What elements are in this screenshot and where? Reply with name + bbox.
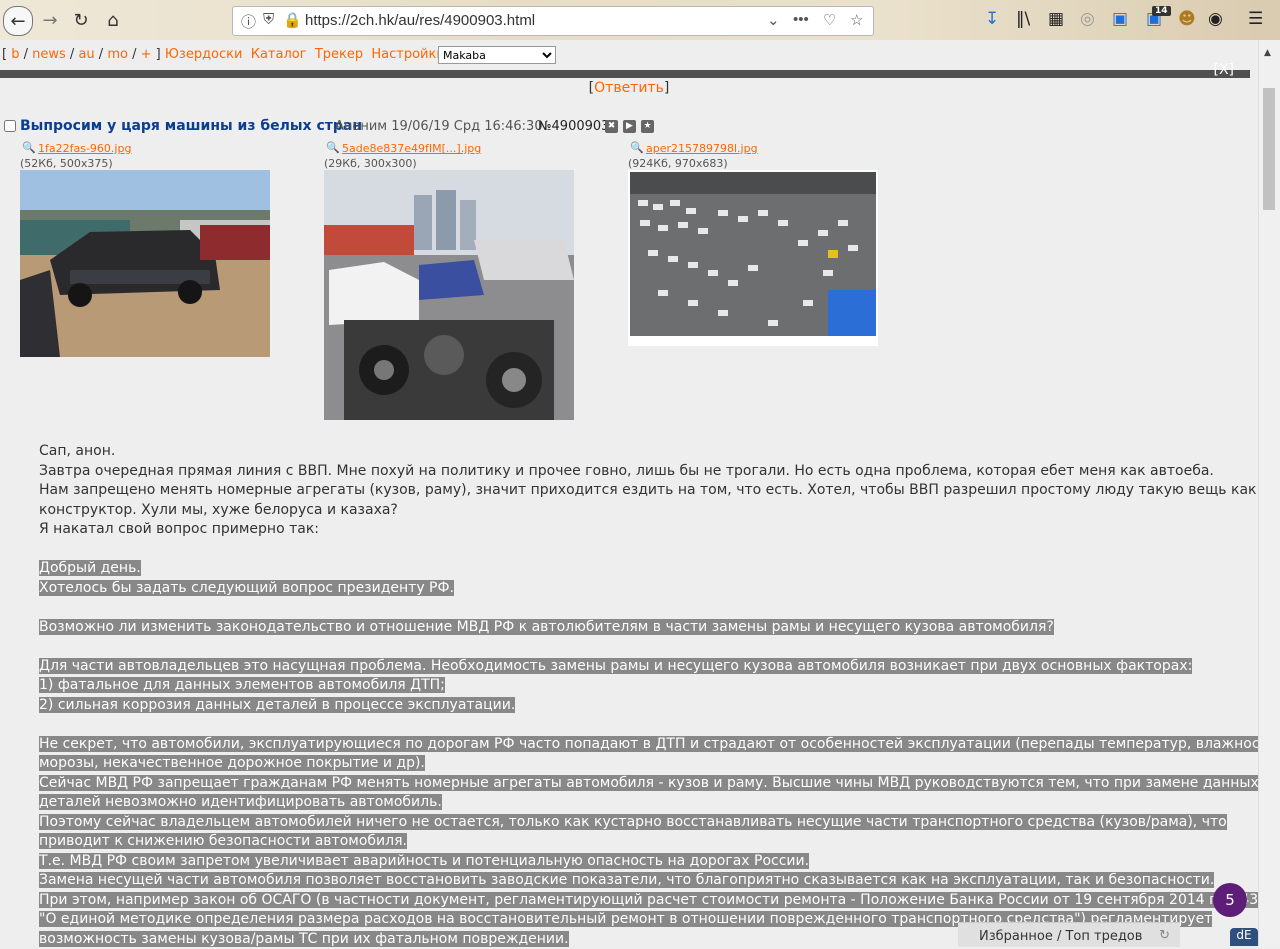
unread-counter[interactable]: 5	[1213, 883, 1247, 917]
forward-icon[interactable]: →	[37, 7, 63, 33]
message-line: Я накатал свой вопрос примерно так:	[39, 521, 319, 537]
message-line: конструктор. Хули мы, хуже белоруса и ка…	[39, 501, 398, 518]
notification-badge: 14	[1152, 6, 1171, 16]
url-text[interactable]: https://2ch.hk/au/res/4900903.html	[305, 12, 535, 29]
scrollbar-thumb[interactable]	[1263, 88, 1275, 210]
spoiler-line[interactable]: Возможно ли изменить законодательство и …	[39, 618, 1054, 635]
board-link-plus[interactable]: +	[141, 47, 152, 62]
message-line: Сап, анон.	[39, 443, 116, 459]
file-size: (29Кб, 300x300)	[324, 157, 417, 170]
dollchan-icon[interactable]: ▣	[1112, 9, 1128, 29]
download-icon[interactable]: ↧	[985, 9, 999, 29]
spoiler-line[interactable]: Сейчас МВД РФ запрещает гражданам РФ мен…	[39, 774, 1259, 791]
tracker-link[interactable]: Трекер	[315, 47, 363, 62]
bracket: ]	[663, 80, 670, 96]
file-name-link[interactable]: 5ade8e837e49fIM[...].jpg	[342, 142, 481, 155]
post-checkbox[interactable]	[4, 120, 16, 132]
board-links: [ b / news / au / mo / + ] Юзердоски Кат…	[2, 47, 445, 62]
info-icon[interactable]: ⓘ	[241, 11, 256, 32]
reload-icon[interactable]: ↻	[68, 7, 94, 33]
menu-icon[interactable]: ☰	[1248, 9, 1263, 29]
account-icon[interactable]: ◉	[1208, 9, 1223, 29]
scrollbar[interactable]: ▲	[1258, 40, 1280, 946]
back-icon[interactable]: ←	[3, 6, 33, 36]
search-icon[interactable]: 🔍	[326, 141, 340, 154]
reader-icon[interactable]: ▦	[1048, 9, 1064, 29]
file-size: (52Кб, 500x375)	[20, 157, 113, 170]
spoiler-line[interactable]: деталей невозможно идентифицировать авто…	[39, 794, 442, 810]
spoiler-line[interactable]: При этом, например закон об ОСАГО (в час…	[39, 891, 1280, 908]
browser-toolbar: ← → ↻ ⌂ ⓘ ⛨ 🔒 https://2ch.hk/au/res/4900…	[0, 0, 1280, 40]
favorites-panel[interactable]: Избранное / Топ тредов ↻	[958, 922, 1180, 947]
spoiler-line[interactable]: возможность замены кузова/рамы ТС при их…	[39, 930, 569, 947]
bookmark-star-icon[interactable]: ☆	[850, 11, 863, 29]
catalog-link[interactable]: Каталог	[251, 47, 307, 62]
spoiler-line[interactable]: Не секрет, что автомобили, эксплуатирующ…	[39, 735, 1280, 752]
spoiler-line[interactable]: 1) фатальное для данных элементов автомо…	[39, 677, 445, 693]
address-bar[interactable]: ⓘ ⛨ 🔒 https://2ch.hk/au/res/4900903.html…	[232, 6, 874, 36]
style-select[interactable]: Makaba	[438, 46, 556, 64]
pocket-icon[interactable]: ♡	[823, 11, 836, 29]
scroll-up-icon[interactable]: ▲	[1264, 48, 1271, 58]
board-navigation: [ b / news / au / mo / + ] Юзердоски Кат…	[0, 40, 1258, 70]
spoiler-line[interactable]: Т.е. МВД РФ своим запретом увеличивает а…	[39, 852, 810, 869]
favorite-post-icon[interactable]: ★	[641, 120, 654, 133]
spoiler-line[interactable]: Поэтому сейчас владельцем автомобилей ни…	[39, 813, 1227, 830]
userboards-link[interactable]: Юзердоски	[165, 47, 243, 62]
board-link-au[interactable]: au	[78, 47, 94, 62]
chevron-down-icon[interactable]: ⌄	[767, 11, 780, 29]
reply-link-line: [Ответить]	[0, 80, 1258, 96]
post-title: Выпросим у царя машины из белых стран	[20, 118, 363, 134]
message-line: Нам запрещено менять номерные агрегаты (…	[39, 482, 1257, 498]
close-panel-icon[interactable]: [X]	[1213, 62, 1234, 78]
reply-post-icon[interactable]: ▶	[623, 120, 636, 133]
refresh-icon[interactable]: ↻	[1159, 928, 1170, 943]
extension-icon[interactable]: ☻	[1178, 9, 1196, 29]
home-icon[interactable]: ⌂	[100, 7, 126, 33]
spoiler-line[interactable]: 2) сильная коррозия данных деталей в про…	[39, 696, 516, 713]
favorites-label[interactable]: Избранное / Топ тредов	[979, 929, 1142, 944]
thumbnail-image[interactable]	[20, 170, 270, 357]
panel-bar: [X]	[0, 62, 1250, 78]
more-icon[interactable]: •••	[793, 11, 809, 28]
search-icon[interactable]: 🔍	[22, 141, 36, 154]
spoiler-line[interactable]: Хотелось бы задать следующий вопрос през…	[39, 579, 455, 596]
bracket: ]	[155, 47, 161, 62]
search-icon[interactable]: 🔍	[630, 141, 644, 154]
spoiler-line[interactable]: Для части автовладельцев это насущная пр…	[39, 657, 1193, 674]
post-number[interactable]: №4900903	[538, 119, 609, 134]
file-name-link[interactable]: aper215789798l.jpg	[646, 142, 758, 155]
spoiler-line[interactable]: морозы, некачественное дорожное покрытие…	[39, 755, 425, 771]
thumbnail-image[interactable]	[628, 170, 878, 346]
board-link-b[interactable]: b	[11, 47, 19, 62]
lock-icon: 🔒	[283, 12, 302, 29]
library-icon[interactable]: ‖\	[1016, 9, 1030, 29]
message-line: Завтра очередная прямая линия с ВВП. Мне…	[39, 462, 1214, 479]
post-meta: Аноним 19/06/19 Срд 16:46:30	[335, 119, 543, 134]
file-size: (924Кб, 970x683)	[628, 157, 728, 170]
bracket: [	[2, 47, 8, 62]
globe-icon[interactable]: ◎	[1080, 9, 1095, 29]
file-name-link[interactable]: 1fa22fas-960.jpg	[38, 142, 131, 155]
board-link-news[interactable]: news	[32, 47, 66, 62]
post-message: Сап, анон. Завтра очередная прямая линия…	[39, 442, 1280, 949]
thumbnail-image[interactable]	[324, 170, 574, 420]
settings-link[interactable]: Настройки	[371, 47, 444, 62]
board-link-mo[interactable]: mo	[107, 47, 128, 62]
spoiler-line[interactable]: приводит к снижению безопасности автомоб…	[39, 833, 407, 849]
spoiler-line[interactable]: Замена несущей части автомобиля позволяе…	[39, 872, 1215, 888]
shield-icon[interactable]: ⛨	[263, 11, 274, 28]
spoiler-line[interactable]: Добрый день.	[39, 560, 141, 576]
addon-icon[interactable]: dE	[1230, 928, 1258, 946]
hide-post-icon[interactable]: ✖	[605, 120, 618, 133]
reply-link[interactable]: Ответить	[594, 80, 664, 96]
